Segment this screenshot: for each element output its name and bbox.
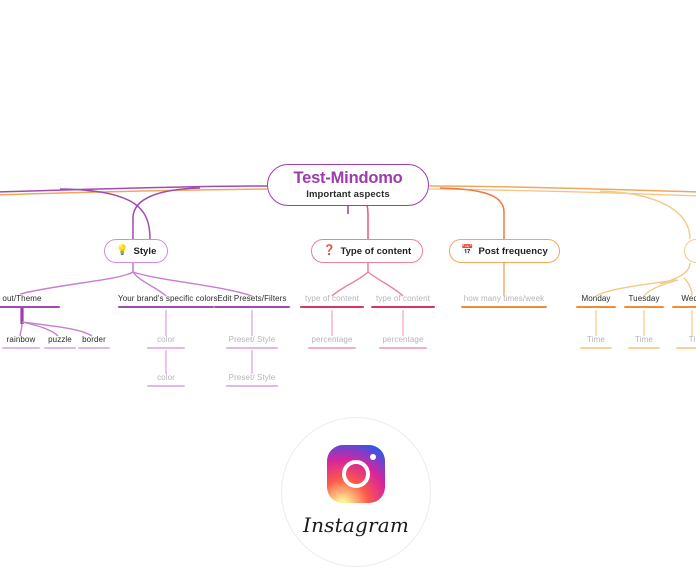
node-clipped-right[interactable] [684, 239, 696, 263]
node-rainbow[interactable]: rainbow [2, 335, 40, 352]
node-time-tuesday[interactable]: Time [628, 335, 660, 352]
node-preset-style-2[interactable]: Preset/ Style [226, 373, 278, 390]
node-layout-theme[interactable]: out/Theme [0, 294, 60, 311]
node-brand-colors[interactable]: Your brand's specific colors [118, 294, 218, 311]
instagram-wordmark: Instagram [302, 513, 410, 537]
node-preset-style-1[interactable]: Preset/ Style [226, 335, 278, 352]
node-edit-presets-filters[interactable]: Edit Presets/Filters [214, 294, 290, 311]
node-time-monday[interactable]: Time [580, 335, 612, 352]
question-mark-icon: ❓ [323, 245, 336, 256]
instagram-camera-icon [327, 445, 385, 503]
node-percentage-2[interactable]: percentage [379, 335, 427, 352]
node-color-2[interactable]: color [147, 373, 185, 390]
node-post-frequency[interactable]: 📅 Post frequency [449, 239, 560, 263]
node-time-wednesday[interactable]: Ti [676, 335, 696, 352]
node-border[interactable]: border [78, 335, 110, 352]
instagram-card[interactable]: Instagram [281, 417, 431, 567]
node-style[interactable]: 💡 Style [104, 239, 169, 263]
root-node[interactable]: Test-Mindomo Important aspects [267, 164, 429, 206]
mindmap-canvas[interactable]: Test-Mindomo Important aspects 💡 Style ❓… [0, 0, 696, 567]
root-title: Test-Mindomo [293, 168, 403, 187]
lightbulb-icon: 💡 [116, 245, 129, 256]
node-post-frequency-label: Post frequency [478, 245, 548, 257]
node-monday[interactable]: Monday [576, 294, 616, 311]
node-type-of-content-1[interactable]: type of content [300, 294, 364, 311]
node-type-of-content-label: Type of content [340, 245, 412, 257]
node-style-label: Style [133, 245, 157, 257]
node-percentage-1[interactable]: percentage [308, 335, 356, 352]
node-type-of-content-2[interactable]: type of content [371, 294, 435, 311]
node-how-many-times-week[interactable]: how many times/week [461, 294, 547, 311]
root-subtitle: Important aspects [306, 189, 390, 201]
node-wednesday[interactable]: Wedn [672, 294, 696, 311]
node-tuesday[interactable]: Tuesday [624, 294, 664, 311]
node-color-1[interactable]: color [147, 335, 185, 352]
node-puzzle[interactable]: puzzle [44, 335, 76, 352]
node-type-of-content[interactable]: ❓ Type of content [311, 239, 424, 263]
calendar-icon: 📅 [461, 245, 474, 256]
